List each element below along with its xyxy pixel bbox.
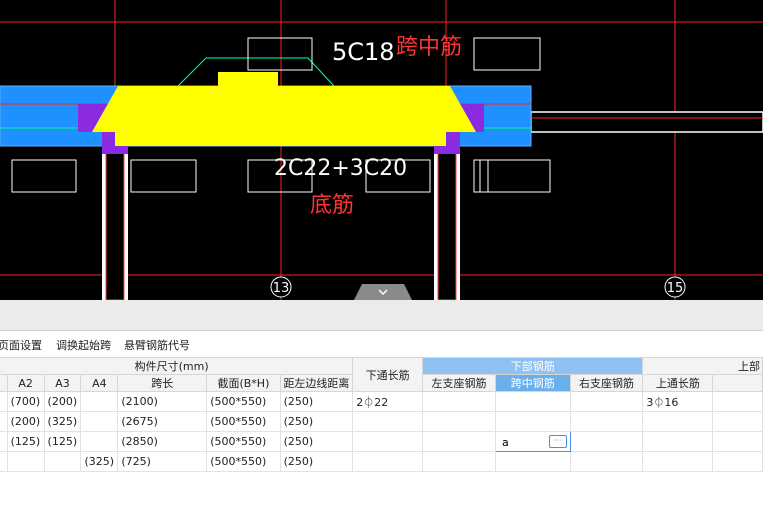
col-header-right-support[interactable]: 右支座钢筋 <box>569 374 644 392</box>
cell-section[interactable]: (500*550) <box>206 431 281 452</box>
cell-bottom-through[interactable] <box>352 411 424 432</box>
col-header-a2[interactable]: A2 <box>6 374 45 392</box>
cell-bottom-through[interactable]: 2⏀22 <box>352 391 424 412</box>
top-steel-group-header: 上部 <box>642 357 763 375</box>
column-left <box>102 145 128 300</box>
swap-start-span-button[interactable]: 调换起始跨 <box>56 337 111 353</box>
col-header-row-index <box>0 374 8 392</box>
col-header-bottom-through[interactable]: 下通长筋 <box>352 357 424 392</box>
cell-mid-span-editing[interactable]: ··· <box>494 431 571 452</box>
cell-extra[interactable] <box>712 431 763 452</box>
panel-divider[interactable] <box>0 300 763 331</box>
cell-a2[interactable]: (200) <box>6 411 45 432</box>
col-header-a4[interactable]: A4 <box>80 374 119 392</box>
selected-beam-lower <box>115 132 446 146</box>
col-header-mid-span[interactable]: 跨中钢筋 <box>494 374 571 392</box>
col-header-top-through[interactable]: 上通长筋 <box>642 374 714 392</box>
col-header-span[interactable]: 跨长 <box>117 374 208 392</box>
cell-a4[interactable]: (325) <box>80 451 119 472</box>
cell-a4[interactable] <box>80 391 119 412</box>
cell-a4[interactable] <box>80 411 119 432</box>
cad-viewport[interactable]: 5C18 跨中筋 2C22+3C20 底筋 13 15 <box>0 0 763 300</box>
grid-toolbar: 页面设置 调换起始跨 悬臂钢筋代号 <box>0 331 763 355</box>
cell-edge[interactable]: (250) <box>279 431 354 452</box>
cell-bottom-through[interactable] <box>352 431 424 452</box>
cell-mid-span[interactable] <box>494 411 571 432</box>
bottom-steel-group-header: 下部钢筋 <box>422 357 644 375</box>
cell-extra[interactable] <box>712 391 763 412</box>
page-settings-button[interactable]: 页面设置 <box>0 337 42 353</box>
cell-span[interactable]: (2100) <box>117 391 208 412</box>
cell-extra[interactable] <box>712 451 763 472</box>
cell-a3[interactable]: (125) <box>43 431 82 452</box>
cell-left-support[interactable] <box>422 431 496 452</box>
selected-beam <box>92 72 476 132</box>
col-header-left-support[interactable]: 左支座钢筋 <box>422 374 496 392</box>
cell-index <box>0 431 8 452</box>
top-annotation: 跨中筋 <box>396 35 462 60</box>
cell-a2[interactable] <box>6 451 45 472</box>
cell-a2[interactable]: (125) <box>6 431 45 452</box>
cell-left-support[interactable] <box>422 391 496 412</box>
top-rebar-label: 5C18 <box>332 38 395 66</box>
cell-top-through[interactable] <box>642 431 714 452</box>
cell-section[interactable]: (500*550) <box>206 411 281 432</box>
axis-label-15: 15 <box>667 281 684 296</box>
cell-index <box>0 411 8 432</box>
cell-section[interactable]: (500*550) <box>206 451 281 472</box>
cell-span[interactable]: (2675) <box>117 411 208 432</box>
cell-a3[interactable] <box>43 451 82 472</box>
cell-a4[interactable] <box>80 431 119 452</box>
cell-section[interactable]: (500*550) <box>206 391 281 412</box>
ellipsis-icon[interactable]: ··· <box>548 435 567 448</box>
cell-edge[interactable]: (250) <box>279 451 354 472</box>
side-beam-right <box>530 111 763 133</box>
col-header-section[interactable]: 截面(B*H) <box>206 374 281 392</box>
col-header-edge-distance[interactable]: 距左边线距离 <box>279 374 354 392</box>
cell-edge[interactable]: (250) <box>279 411 354 432</box>
table-row[interactable]: (700) (200) (2100) (500*550) (250) 2⏀22 … <box>0 391 763 412</box>
cell-right-support[interactable] <box>569 431 644 452</box>
cell-index <box>0 391 8 412</box>
cell-right-support[interactable] <box>569 411 644 432</box>
cell-a3[interactable]: (325) <box>43 411 82 432</box>
cell-span[interactable]: (725) <box>117 451 208 472</box>
bottom-annotation: 底筋 <box>310 193 354 218</box>
table-row[interactable]: (325) (725) (500*550) (250) <box>0 451 763 472</box>
axis-label-13: 13 <box>273 281 290 296</box>
dimensions-group-header: 构件尺寸(mm) <box>0 357 354 375</box>
bottom-rebar-label: 2C22+3C20 <box>274 156 407 181</box>
cell-extra[interactable] <box>712 411 763 432</box>
cell-a3[interactable]: (200) <box>43 391 82 412</box>
table-row[interactable]: (200) (325) (2675) (500*550) (250) <box>0 411 763 432</box>
cell-top-through[interactable] <box>642 451 714 472</box>
col-header-extra <box>712 374 763 392</box>
cell-edge[interactable]: (250) <box>279 391 354 412</box>
cantilever-rebar-code-button[interactable]: 悬臂钢筋代号 <box>124 337 190 353</box>
axis-bubble-13: 13 <box>270 276 292 298</box>
cell-mid-span[interactable] <box>494 391 571 412</box>
cad-drawing[interactable]: 5C18 跨中筋 2C22+3C20 底筋 13 15 <box>0 0 763 300</box>
cell-left-support[interactable] <box>422 451 496 472</box>
col-header-a3[interactable]: A3 <box>43 374 82 392</box>
cell-a2[interactable]: (700) <box>6 391 45 412</box>
cell-span[interactable]: (2850) <box>117 431 208 452</box>
cell-index <box>0 451 8 472</box>
table-row[interactable]: (125) (125) (2850) (500*550) (250) ··· <box>0 431 763 452</box>
cell-right-support[interactable] <box>569 391 644 412</box>
cell-top-through[interactable] <box>642 411 714 432</box>
axis-bubble-15: 15 <box>664 276 686 298</box>
cell-top-through[interactable]: 3⏀16 <box>642 391 714 412</box>
cell-bottom-through[interactable] <box>352 451 424 472</box>
cell-left-support[interactable] <box>422 411 496 432</box>
cell-right-support[interactable] <box>569 451 644 472</box>
cell-mid-span[interactable] <box>494 451 571 472</box>
column-right <box>434 145 460 300</box>
beam-span-table: 构件尺寸(mm) 下通长筋 下部钢筋 上部 A2 A3 A4 跨长 截面(B*H… <box>0 357 763 521</box>
collapse-panel-button[interactable] <box>354 284 412 300</box>
